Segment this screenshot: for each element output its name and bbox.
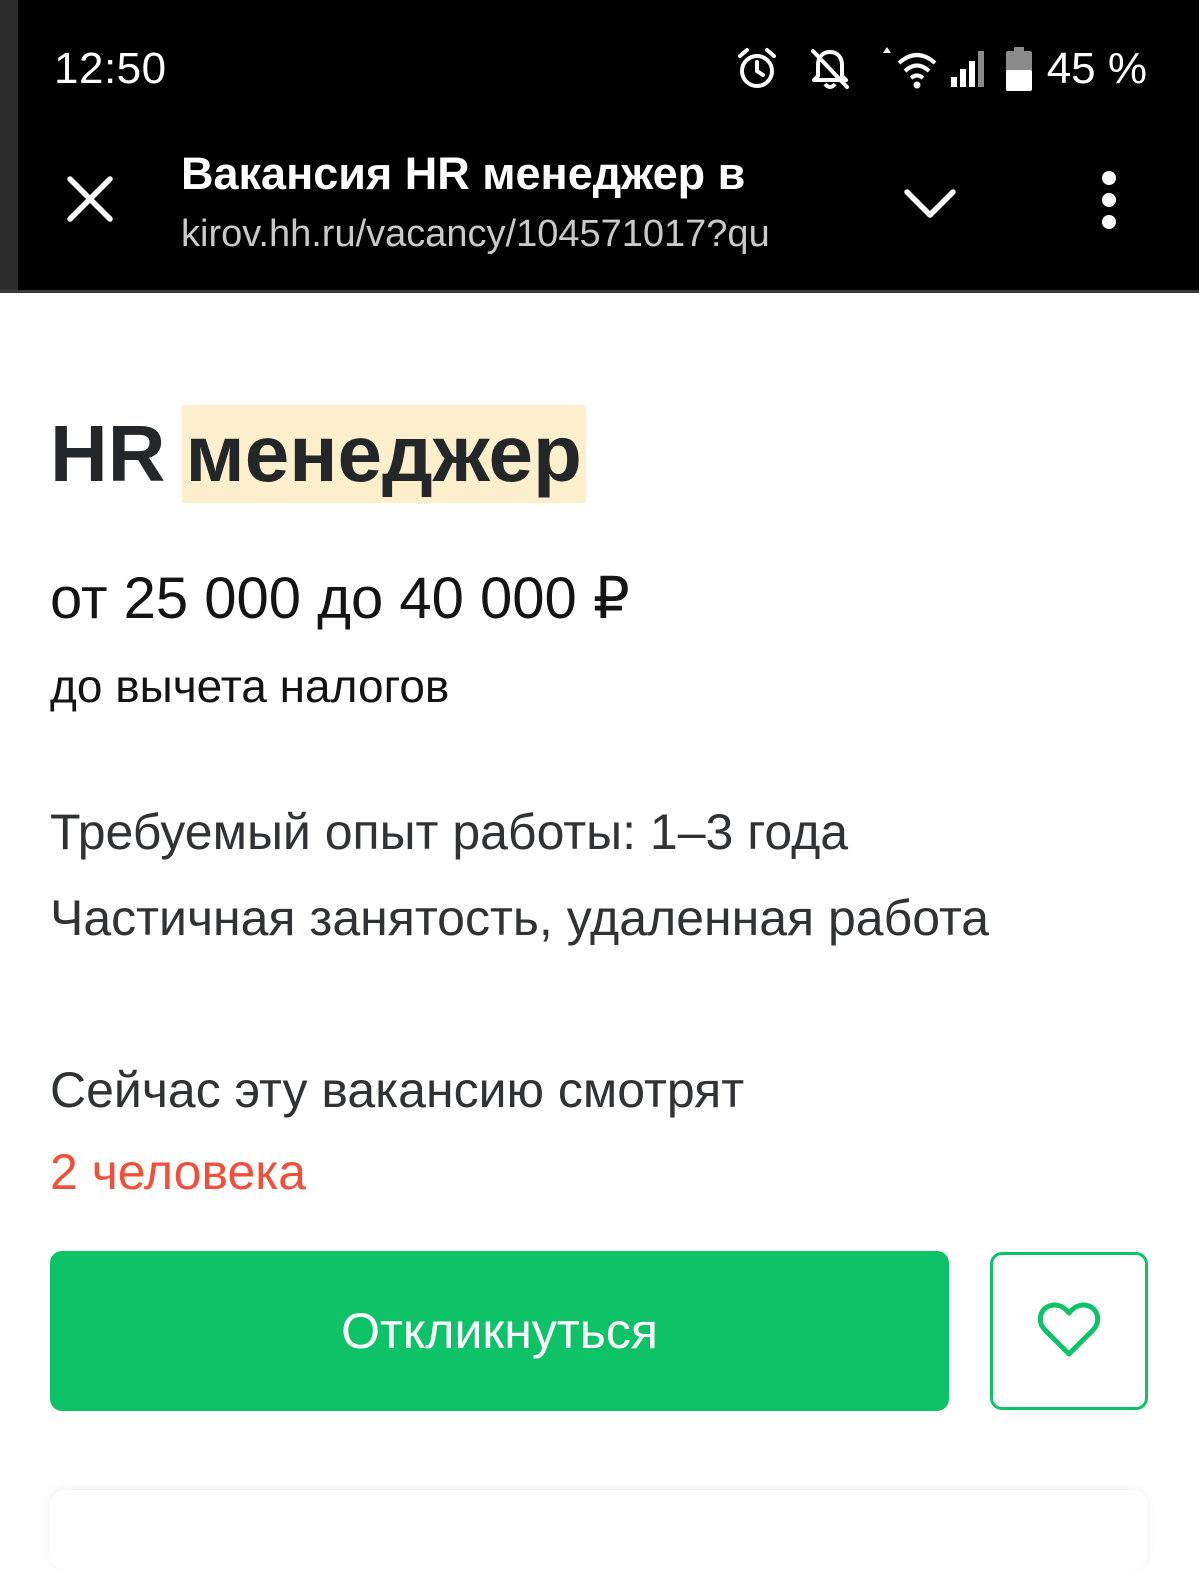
heart-icon bbox=[1037, 1301, 1101, 1362]
employment-type: Частичная занятость, удаленная работа bbox=[50, 890, 990, 946]
vacancy-title-prefix: HR bbox=[50, 409, 166, 498]
tab-url: kirov.hh.ru/vacancy/104571017?qu bbox=[181, 213, 770, 255]
viewers-label: Сейчас эту вакансию смотрят bbox=[50, 1062, 745, 1118]
expand-button[interactable] bbox=[888, 165, 972, 245]
salary-note: до вычета налогов bbox=[50, 660, 450, 712]
alarm-icon bbox=[735, 46, 779, 92]
notifications-off-icon bbox=[809, 47, 851, 91]
top-bar: 12:50 45 % Вакансия HR менеджер в kirov.… bbox=[0, 0, 1199, 293]
status-time: 12:50 bbox=[54, 44, 167, 93]
wifi-icon bbox=[879, 47, 939, 91]
battery-icon bbox=[1005, 47, 1033, 91]
salary: от 25 000 до 40 000 ₽ bbox=[50, 566, 630, 631]
next-section-card bbox=[50, 1490, 1148, 1570]
tab-fade bbox=[801, 144, 837, 261]
close-icon bbox=[65, 174, 115, 229]
viewers-count: 2 человека bbox=[50, 1144, 307, 1200]
toolbar-divider bbox=[0, 290, 1199, 293]
battery-percent: 45 % bbox=[1046, 44, 1147, 93]
tab-title: Вакансия HR менеджер в bbox=[181, 148, 746, 199]
vacancy-title-highlight: менеджер bbox=[181, 405, 586, 503]
status-icons: 45 % bbox=[713, 40, 1147, 98]
tab-info[interactable]: Вакансия HR менеджер в kirov.hh.ru/vacan… bbox=[181, 144, 837, 261]
edge-strip bbox=[0, 0, 18, 293]
more-vert-icon bbox=[1099, 170, 1119, 235]
experience-required: Требуемый опыт работы: 1–3 года bbox=[50, 804, 849, 860]
close-button[interactable] bbox=[54, 160, 126, 242]
vacancy-title: HR менеджер bbox=[50, 404, 586, 504]
more-options-button[interactable] bbox=[1072, 162, 1146, 242]
chevron-down-icon bbox=[902, 185, 958, 226]
cellular-signal-icon bbox=[949, 49, 987, 89]
favorite-button[interactable] bbox=[990, 1252, 1148, 1410]
apply-button[interactable]: Откликнуться bbox=[50, 1251, 949, 1411]
